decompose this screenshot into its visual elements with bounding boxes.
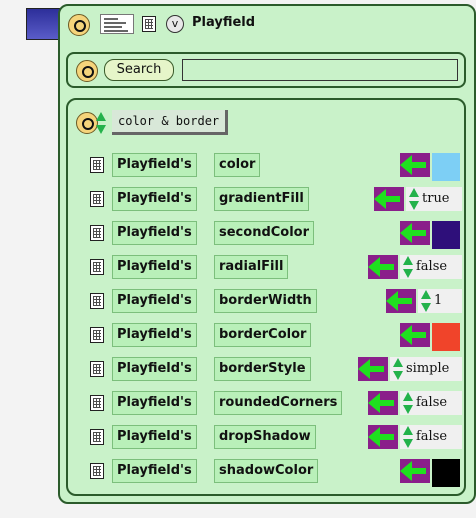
value-readout[interactable]: simple [390,357,462,381]
property-name-label[interactable]: borderStyle [214,357,311,381]
color-swatch[interactable] [432,153,460,181]
color-swatch[interactable] [432,323,460,351]
decrement-arrow-icon[interactable] [403,439,413,448]
value-text: 1 [434,293,443,308]
decrement-arrow-icon[interactable] [393,371,403,380]
property-name-label[interactable]: borderColor [214,323,312,347]
assign-arrow-icon[interactable] [358,357,388,381]
property-name-label[interactable]: color [214,153,261,177]
tile-icon[interactable] [90,327,104,343]
search-panel: Search [66,52,466,88]
category-menu-button[interactable] [76,112,98,134]
value-readout[interactable]: false [400,425,462,449]
object-name-label[interactable]: Playfield's [112,459,197,483]
assign-arrow-icon[interactable] [368,425,398,449]
category-cycle-arrows[interactable] [96,112,106,134]
playfield-thumbnail[interactable] [100,14,134,34]
increment-arrow-icon[interactable] [393,358,403,367]
object-name-label[interactable]: Playfield's [112,391,197,415]
increment-arrow-icon[interactable] [409,188,419,197]
value-text: false [416,395,448,410]
property-name-label[interactable]: radialFill [214,255,289,279]
object-name-label[interactable]: Playfield's [112,425,197,449]
viewer-title: Playfield [192,15,256,30]
object-name-label[interactable]: Playfield's [112,221,197,245]
decrement-arrow-icon[interactable] [421,303,431,312]
assign-arrow-icon[interactable] [368,391,398,415]
increment-arrow-icon[interactable] [403,392,413,401]
decrement-arrow-icon[interactable] [403,269,413,278]
property-row: Playfield's secondColor [68,220,464,249]
assign-arrow-icon[interactable] [386,289,416,313]
viewer-header: v Playfield [68,12,468,38]
increment-arrow-icon[interactable] [403,256,413,265]
search-button[interactable]: Search [104,59,174,81]
value-text: simple [406,361,450,376]
tile-icon[interactable] [90,395,104,411]
assign-arrow-icon[interactable] [400,153,430,177]
object-name-label[interactable]: Playfield's [112,255,197,279]
tile-icon[interactable] [90,463,104,479]
object-name-label[interactable]: Playfield's [112,323,197,347]
value-text: true [422,191,450,206]
assign-arrow-icon[interactable] [368,255,398,279]
tile-icon[interactable] [90,225,104,241]
property-name-label[interactable]: roundedCorners [214,391,343,415]
property-row: Playfield's dropShadow false [68,424,464,450]
property-row: Playfield's roundedCorners false [68,390,464,416]
tile-icon[interactable] [90,259,104,275]
down-arrow-icon[interactable] [96,125,106,134]
property-row: Playfield's gradientFill true [68,186,464,212]
property-row: Playfield's borderWidth 1 [68,288,464,314]
property-row: Playfield's borderColor [68,322,464,351]
object-name-label[interactable]: Playfield's [112,289,197,313]
value-text: false [416,429,448,444]
up-arrow-icon[interactable] [96,112,106,121]
value-text: false [416,259,448,274]
value-readout[interactable]: true [406,187,462,211]
object-name-label[interactable]: Playfield's [112,153,197,177]
property-row: Playfield's shadowColor [68,458,464,487]
search-menu-button[interactable] [76,60,98,82]
property-row: Playfield's color [68,152,464,181]
tile-icon[interactable] [142,16,156,32]
property-name-label[interactable]: borderWidth [214,289,317,313]
property-row: Playfield's borderStyle simple [68,356,464,382]
tile-icon[interactable] [90,157,104,173]
property-name-label[interactable]: dropShadow [214,425,316,449]
viewer-menu-button[interactable] [68,14,90,36]
properties-panel: color & border Playfield's color Playfield… [66,98,466,496]
color-swatch[interactable] [432,459,460,487]
increment-arrow-icon[interactable] [421,290,431,299]
assign-arrow-icon[interactable] [400,323,430,347]
object-viewer: v Playfield Search color & border Playfi… [58,4,476,504]
assign-arrow-icon[interactable] [400,221,430,245]
property-row: Playfield's radialFill false [68,254,464,280]
value-readout[interactable]: false [400,391,462,415]
color-swatch[interactable] [432,221,460,249]
tile-icon[interactable] [90,429,104,445]
property-name-label[interactable]: gradientFill [214,187,309,211]
property-name-label[interactable]: shadowColor [214,459,319,483]
object-name-label[interactable]: Playfield's [112,357,197,381]
decrement-arrow-icon[interactable] [409,201,419,210]
increment-arrow-icon[interactable] [403,426,413,435]
tile-icon[interactable] [90,361,104,377]
view-button[interactable]: v [166,15,184,33]
value-readout[interactable]: false [400,255,462,279]
decrement-arrow-icon[interactable] [403,405,413,414]
property-name-label[interactable]: secondColor [214,221,315,245]
assign-arrow-icon[interactable] [374,187,404,211]
playfield-color-swatch[interactable] [26,8,60,40]
category-label[interactable]: color & border [112,110,229,135]
object-name-label[interactable]: Playfield's [112,187,197,211]
value-readout[interactable]: 1 [418,289,462,313]
search-input[interactable] [182,59,458,81]
tile-icon[interactable] [90,191,104,207]
tile-icon[interactable] [90,293,104,309]
assign-arrow-icon[interactable] [400,459,430,483]
